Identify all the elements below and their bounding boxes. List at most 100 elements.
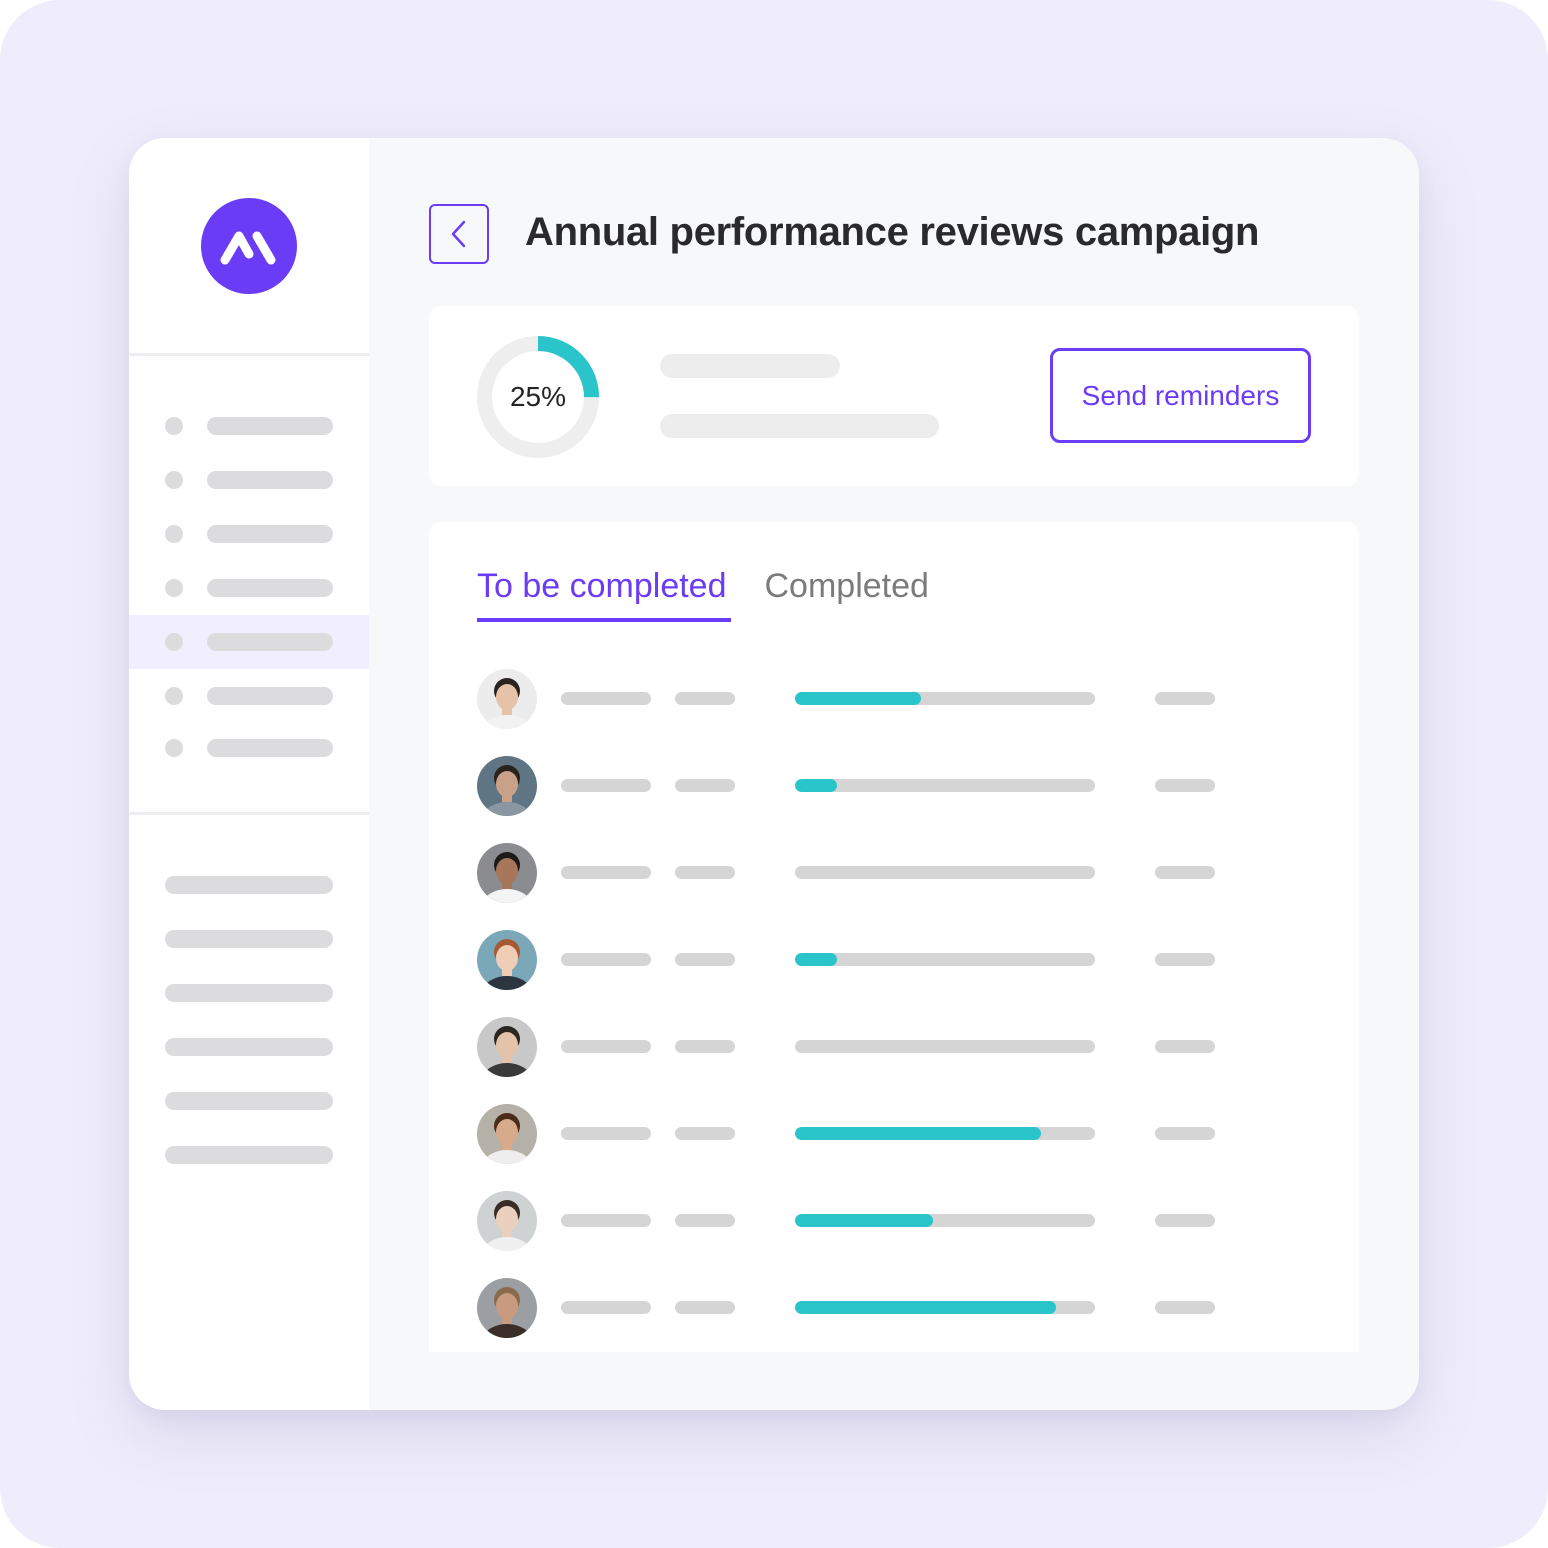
review-progress-bar <box>795 692 1095 705</box>
reviewee-status-placeholder <box>1155 1301 1215 1314</box>
sidebar-secondary-item-4[interactable] <box>165 1038 333 1056</box>
avatar-woman-hair-bun <box>477 669 537 729</box>
sidebar-item-label-placeholder <box>207 579 333 597</box>
reviewee-role-placeholder <box>675 1301 735 1314</box>
reviewee-row[interactable] <box>476 842 1316 929</box>
sidebar-item-5[interactable] <box>129 615 369 669</box>
reviewee-row[interactable] <box>476 668 1316 755</box>
review-progress-bar <box>795 1214 1095 1227</box>
dot-icon <box>165 417 183 435</box>
sidebar <box>129 138 369 1410</box>
sidebar-item-1[interactable] <box>129 399 369 453</box>
logo-glyph-icon <box>220 231 276 265</box>
avatar-young-man-hat <box>477 1017 537 1077</box>
brand-logo-icon[interactable] <box>201 198 297 294</box>
dot-icon <box>165 471 183 489</box>
review-progress-fill <box>795 1127 1041 1140</box>
reviewee-row[interactable] <box>476 1190 1316 1277</box>
reviewee-row[interactable] <box>476 1277 1316 1364</box>
reviewee-role-placeholder <box>675 1127 735 1140</box>
avatar-man-dreadlocks <box>477 1104 537 1164</box>
reviewee-name-placeholder <box>561 1214 651 1227</box>
completion-percent-label: 25% <box>509 381 567 412</box>
reviewee-role-placeholder <box>675 953 735 966</box>
sidebar-item-4[interactable] <box>129 561 369 615</box>
reviewee-row[interactable] <box>476 1103 1316 1190</box>
sidebar-secondary-item-1[interactable] <box>165 876 333 894</box>
avatar-woman-dark-hair <box>477 1191 537 1251</box>
sidebar-secondary-item-5[interactable] <box>165 1092 333 1110</box>
sidebar-item-2[interactable] <box>129 453 369 507</box>
send-reminders-button[interactable]: Send reminders <box>1050 348 1311 443</box>
reviewee-row[interactable] <box>476 929 1316 1016</box>
reviewee-role-placeholder <box>675 866 735 879</box>
reviewee-name-placeholder <box>561 953 651 966</box>
review-progress-fill <box>795 1214 933 1227</box>
dot-icon <box>165 633 183 651</box>
review-progress-fill <box>795 692 921 705</box>
reviewee-role-placeholder <box>675 692 735 705</box>
tab-completed[interactable]: Completed <box>765 564 929 622</box>
reviewee-name-placeholder <box>561 692 651 705</box>
sidebar-nav <box>129 399 369 773</box>
sidebar-item-label-placeholder <box>207 471 333 489</box>
review-progress-bar <box>795 1127 1095 1140</box>
sidebar-secondary-item-2[interactable] <box>165 930 333 948</box>
reviewee-status-placeholder <box>1155 1214 1215 1227</box>
summary-placeholder-line <box>660 414 939 438</box>
review-progress-fill <box>795 779 837 792</box>
sidebar-secondary-nav <box>165 876 333 1200</box>
reviewee-status-placeholder <box>1155 779 1215 792</box>
review-progress-fill <box>795 953 837 966</box>
avatar-man-smiling-white-tee <box>477 843 537 903</box>
reviewee-list <box>476 668 1316 1364</box>
reviewee-role-placeholder <box>675 779 735 792</box>
sidebar-item-7[interactable] <box>129 723 369 773</box>
review-progress-bar <box>795 1040 1095 1053</box>
avatar-man-short-hair <box>477 1278 537 1338</box>
reviewee-row[interactable] <box>476 755 1316 842</box>
summary-placeholder-line <box>660 354 840 378</box>
avatar-woman-red-hair <box>477 930 537 990</box>
reviewee-name-placeholder <box>561 866 651 879</box>
sidebar-item-3[interactable] <box>129 507 369 561</box>
sidebar-item-6[interactable] <box>129 669 369 723</box>
sidebar-secondary-item-3[interactable] <box>165 984 333 1002</box>
app-window: Annual performance reviews campaign 25% … <box>129 138 1419 1410</box>
sidebar-secondary-item-6[interactable] <box>165 1146 333 1164</box>
dot-icon <box>165 739 183 757</box>
chevron-left-icon <box>451 220 466 248</box>
reviewee-name-placeholder <box>561 1301 651 1314</box>
reviewee-role-placeholder <box>675 1214 735 1227</box>
review-progress-bar <box>795 953 1095 966</box>
reviewee-status-placeholder <box>1155 1127 1215 1140</box>
dot-icon <box>165 579 183 597</box>
reviewee-name-placeholder <box>561 779 651 792</box>
reviewee-name-placeholder <box>561 1040 651 1053</box>
reviewee-status-placeholder <box>1155 953 1215 966</box>
campaign-summary-card: 25% Send reminders <box>429 306 1359 486</box>
reviewee-row[interactable] <box>476 1016 1316 1103</box>
sidebar-item-label-placeholder <box>207 417 333 435</box>
tabs: To be completed Completed <box>477 564 929 624</box>
sidebar-item-label-placeholder <box>207 739 333 757</box>
page-title: Annual performance reviews campaign <box>525 210 1260 254</box>
dot-icon <box>165 525 183 543</box>
reviewee-status-placeholder <box>1155 692 1215 705</box>
reviewee-role-placeholder <box>675 1040 735 1053</box>
review-progress-bar <box>795 1301 1095 1314</box>
review-progress-bar <box>795 779 1095 792</box>
tab-to-be-completed[interactable]: To be completed <box>477 564 730 622</box>
sidebar-item-label-placeholder <box>207 633 333 651</box>
sidebar-item-label-placeholder <box>207 687 333 705</box>
sidebar-divider <box>129 353 369 356</box>
reviewee-name-placeholder <box>561 1127 651 1140</box>
avatar-man-blue-shirt <box>477 756 537 816</box>
review-progress-fill <box>795 1301 1056 1314</box>
reviewees-card: To be completed Completed <box>429 522 1359 1352</box>
reviewee-status-placeholder <box>1155 866 1215 879</box>
back-button[interactable] <box>429 204 489 264</box>
sidebar-item-label-placeholder <box>207 525 333 543</box>
dot-icon <box>165 687 183 705</box>
sidebar-divider <box>129 812 369 815</box>
